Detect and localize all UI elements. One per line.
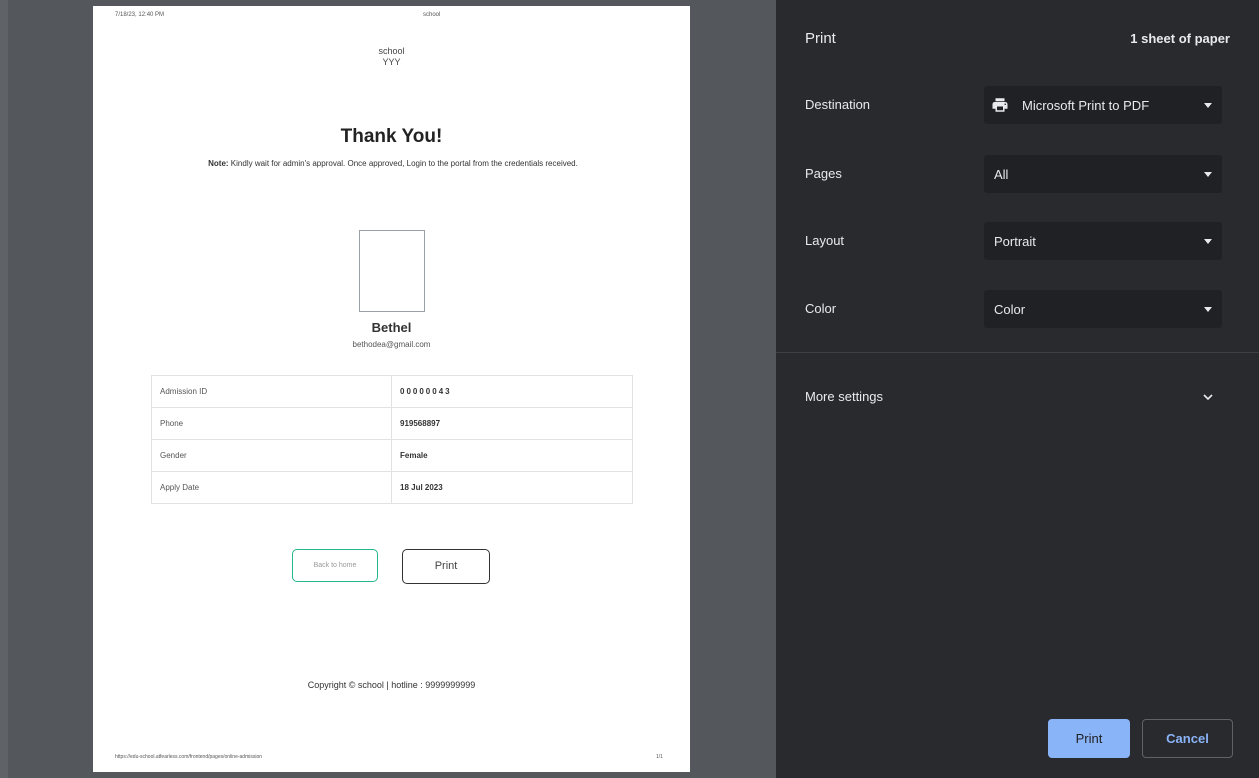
- color-label: Color: [805, 301, 837, 316]
- caret-down-icon: [1204, 172, 1212, 177]
- print-settings-panel: Print 1 sheet of paper Destination Micro…: [776, 0, 1259, 778]
- table-row: Phone 919568897: [151, 407, 633, 440]
- caret-down-icon: [1204, 103, 1212, 108]
- note-label: Note:: [208, 159, 229, 168]
- pages-select[interactable]: All: [984, 155, 1222, 193]
- row-label: Admission ID: [151, 375, 392, 408]
- page-footer-url: https://edu-school.atfearless.com/fronte…: [115, 754, 263, 760]
- color-value: Color: [994, 302, 1026, 317]
- destination-select[interactable]: Microsoft Print to PDF: [984, 86, 1222, 124]
- back-to-home-button: Back to home: [292, 549, 378, 582]
- page-header-title: school: [423, 12, 441, 18]
- row-value: 919568897: [391, 407, 633, 440]
- student-email: bethodea@gmail.com: [352, 340, 431, 349]
- table-row: Gender Female: [151, 439, 633, 472]
- row-label: Phone: [151, 407, 392, 440]
- student-name: Bethel: [371, 320, 412, 335]
- page-header-date: 7/18/23, 12:40 PM: [115, 12, 165, 18]
- table-row: Apply Date 18 Jul 2023: [151, 471, 633, 504]
- school-name: school: [378, 46, 405, 56]
- pages-label: Pages: [805, 166, 842, 181]
- settings-divider: [776, 352, 1259, 353]
- pages-value: All: [994, 167, 1009, 182]
- print-button[interactable]: Print: [1048, 719, 1130, 758]
- student-photo: [359, 230, 425, 312]
- row-label: Apply Date: [151, 471, 392, 504]
- cancel-button[interactable]: Cancel: [1142, 719, 1233, 758]
- page-print-button: Print: [402, 549, 490, 584]
- layout-value: Portrait: [994, 234, 1036, 249]
- copyright-text: Copyright © school | hotline : 999999999…: [307, 680, 476, 690]
- caret-down-icon: [1204, 239, 1212, 244]
- destination-label: Destination: [805, 97, 871, 112]
- color-select[interactable]: Color: [984, 290, 1222, 328]
- sheet-count: 1 sheet of paper: [1130, 31, 1230, 46]
- row-value: 00000043: [391, 375, 633, 408]
- row-value: Female: [391, 439, 633, 472]
- chevron-down-icon[interactable]: [1202, 391, 1214, 403]
- table-row: Admission ID 00000043: [151, 375, 633, 408]
- approval-note: Note: Kindly wait for admin's approval. …: [143, 156, 643, 172]
- page-footer-number: 1/1: [656, 754, 663, 760]
- note-text: Kindly wait for admin's approval. Once a…: [228, 159, 578, 168]
- layout-select[interactable]: Portrait: [984, 222, 1222, 260]
- layout-label: Layout: [805, 233, 845, 248]
- destination-value: Microsoft Print to PDF: [1022, 98, 1150, 113]
- caret-down-icon: [1204, 307, 1212, 312]
- admission-info-table: Admission ID 00000043 Phone 919568897 Ge…: [151, 375, 633, 504]
- more-settings-toggle[interactable]: More settings: [805, 389, 883, 404]
- panel-title: Print: [805, 30, 836, 47]
- printer-icon: [992, 98, 1008, 112]
- row-value: 18 Jul 2023: [391, 471, 633, 504]
- row-label: Gender: [151, 439, 392, 472]
- print-preview-area: 7/18/23, 12:40 PM school school YYY Than…: [0, 0, 776, 778]
- school-subtitle: YYY: [382, 57, 401, 67]
- preview-page: 7/18/23, 12:40 PM school school YYY Than…: [93, 6, 690, 772]
- thank-you-heading: Thank You!: [340, 126, 443, 147]
